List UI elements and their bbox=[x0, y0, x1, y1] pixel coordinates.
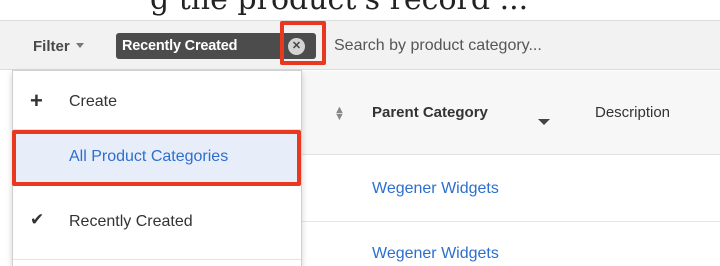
menu-item-create[interactable]: + Create bbox=[13, 88, 301, 121]
menu-item-recently-created[interactable]: ✔ Recently Created bbox=[13, 210, 301, 241]
sort-both-icon[interactable]: ▲ ▼ bbox=[334, 105, 345, 123]
filter-dropdown-button[interactable]: Filter bbox=[33, 38, 84, 55]
column-header-parent-category[interactable]: Parent Category bbox=[372, 104, 488, 121]
table-row: ts Wegener Widgets bbox=[274, 222, 720, 266]
column-header-description[interactable]: Description bbox=[595, 104, 670, 121]
filter-bar: Filter Recently Created ✕ bbox=[0, 20, 720, 70]
menu-item-label: Recently Created bbox=[69, 213, 193, 230]
table-row: Wegener Widgets bbox=[300, 155, 720, 222]
plus-icon: + bbox=[30, 88, 43, 113]
parent-category-link[interactable]: Wegener Widgets bbox=[372, 245, 499, 263]
caret-down-icon bbox=[75, 43, 84, 48]
menu-divider bbox=[13, 259, 301, 260]
table-header: ▲ ▼ Parent Category Description bbox=[300, 71, 720, 155]
caption-strip: g the product's record ... bbox=[0, 0, 720, 20]
caption-text: g the product's record ... bbox=[150, 0, 528, 17]
active-filter-label: Recently Created bbox=[122, 38, 238, 54]
parent-category-link[interactable]: Wegener Widgets bbox=[372, 180, 499, 198]
menu-item-label: Create bbox=[69, 93, 118, 110]
search-input[interactable] bbox=[330, 33, 718, 59]
filter-label: Filter bbox=[33, 38, 70, 55]
check-icon: ✔ bbox=[30, 210, 45, 229]
all-categories-highlight-box bbox=[12, 130, 301, 186]
remove-filter-highlight-box bbox=[280, 21, 326, 65]
sort-desc-icon[interactable] bbox=[538, 119, 550, 125]
